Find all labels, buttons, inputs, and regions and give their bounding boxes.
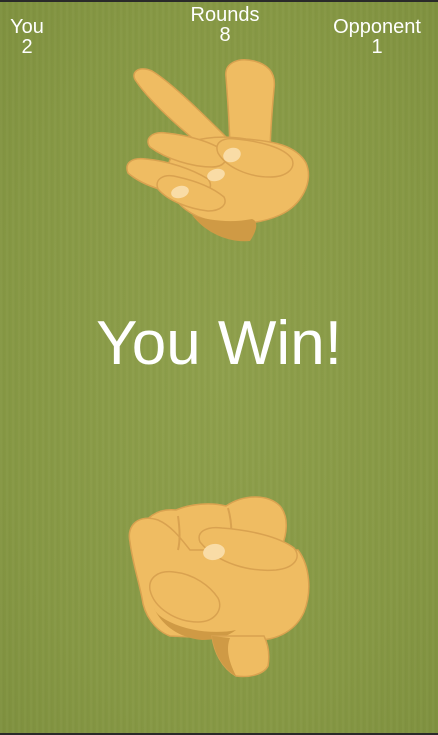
top-border	[0, 0, 438, 2]
rounds-counter: Rounds 8	[175, 5, 275, 45]
you-score-label: You	[10, 16, 44, 38]
game-screen: You 2 Rounds 8 Opponent 1 You Win!	[0, 0, 438, 735]
opponent-score: Opponent 1	[326, 17, 428, 57]
rounds-label: Rounds	[190, 4, 260, 26]
rock-fist-icon	[118, 490, 318, 680]
opponent-score-label: Opponent	[333, 16, 421, 38]
you-score: You 2	[4, 17, 50, 57]
you-score-value: 2	[21, 36, 33, 58]
result-text: You Win!	[96, 309, 342, 378]
opponent-score-value: 1	[371, 36, 383, 58]
scissors-hand-icon	[120, 55, 320, 245]
rounds-value: 8	[219, 24, 231, 46]
